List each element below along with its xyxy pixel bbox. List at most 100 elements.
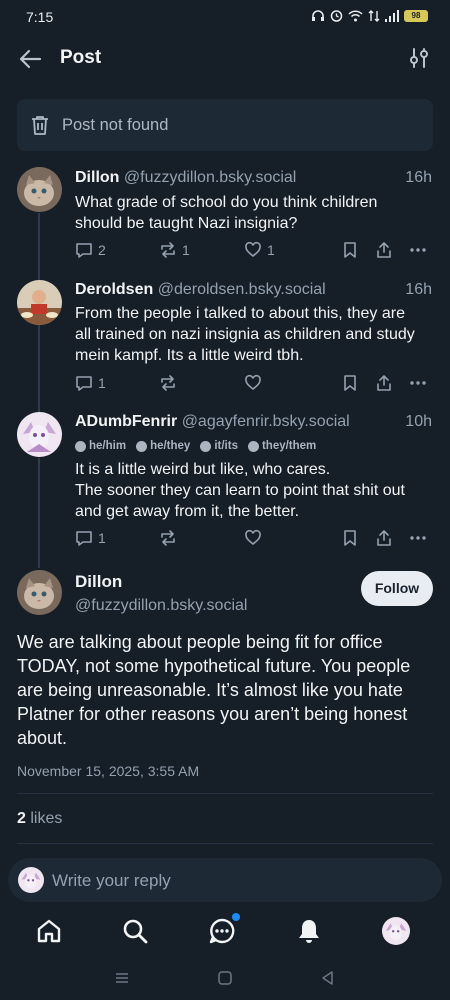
post-age: 16h <box>405 281 432 298</box>
author-name[interactable]: Dillon <box>75 169 119 186</box>
share-button[interactable] <box>375 529 393 547</box>
author-handle[interactable]: @deroldsen.bsky.social <box>158 281 326 298</box>
post-age: 16h <box>405 169 432 186</box>
share-button[interactable] <box>375 374 393 392</box>
pronoun-badge: he/they <box>136 440 190 452</box>
author-handle[interactable]: @fuzzydillon.bsky.social <box>124 169 296 186</box>
more-dots-icon <box>410 536 426 540</box>
bottom-navigation <box>0 905 450 960</box>
repost-button[interactable]: 1 <box>159 241 190 259</box>
bookmark-button[interactable] <box>341 374 359 392</box>
like-button[interactable] <box>244 374 262 392</box>
trash-icon <box>32 116 48 135</box>
main-post-author-name[interactable]: Dillon <box>75 572 122 592</box>
bookmark-icon <box>344 530 356 546</box>
recent-apps-icon[interactable] <box>114 970 130 986</box>
divider <box>17 793 433 794</box>
headphones-icon <box>312 9 324 21</box>
heart-icon <box>245 529 261 546</box>
more-dots-icon <box>410 381 426 385</box>
share-icon <box>377 375 391 391</box>
cat-avatar-image <box>17 570 62 615</box>
pronoun-badge: it/its <box>200 440 238 452</box>
post-text: It is a little weird but like, who cares… <box>75 459 425 522</box>
repost-icon <box>161 375 175 391</box>
post-text: From the people i talked to about this, … <box>75 305 415 364</box>
likes-label: likes <box>30 810 63 827</box>
bookmark-icon <box>344 375 356 391</box>
bookmark-button[interactable] <box>341 529 359 547</box>
nav-chat[interactable] <box>208 913 240 945</box>
status-bar: 7:15 98 <box>0 0 450 34</box>
repost-count: 1 <box>182 242 190 258</box>
post-actions: 1 <box>75 529 435 551</box>
main-post-date: November 15, 2025, 3:55 AM <box>17 763 200 779</box>
reply-button[interactable]: 2 <box>75 241 106 259</box>
bookmark-button[interactable] <box>341 241 359 259</box>
author-handle[interactable]: @agayfenrir.bsky.social <box>182 413 350 430</box>
post-not-found-banner: Post not found <box>17 99 433 151</box>
main-post-author-handle[interactable]: @fuzzydillon.bsky.social <box>75 597 247 615</box>
post-age: 10h <box>405 413 432 430</box>
more-options-button[interactable] <box>409 529 427 547</box>
repost-icon <box>161 242 175 258</box>
likes-count-link[interactable]: 2 likes <box>17 810 62 828</box>
page-title: Post <box>60 47 102 68</box>
post-actions: 1 <box>75 374 435 396</box>
avatar[interactable] <box>17 167 62 212</box>
reply-placeholder: Write your reply <box>52 871 171 890</box>
data-icon <box>368 9 380 22</box>
bell-icon <box>299 920 319 943</box>
reply-button[interactable]: 1 <box>75 374 106 392</box>
pronoun-icon <box>75 440 86 452</box>
cat-avatar-image <box>17 167 62 212</box>
home-button-icon[interactable] <box>217 970 233 986</box>
user-avatar <box>18 867 44 893</box>
reply-count: 2 <box>98 242 106 258</box>
share-button[interactable] <box>375 241 393 259</box>
like-button[interactable] <box>244 529 262 547</box>
system-navigation-bar <box>0 960 450 1000</box>
sliders-icon <box>410 48 428 68</box>
nav-home[interactable] <box>35 917 63 945</box>
thread-line <box>38 458 40 568</box>
repost-button[interactable] <box>159 529 177 547</box>
post-text: What grade of school do you think childr… <box>75 194 378 232</box>
status-icons: 98 <box>311 9 428 22</box>
heart-icon <box>245 241 261 258</box>
follow-button[interactable]: Follow <box>361 571 433 606</box>
status-time: 7:15 <box>26 9 54 25</box>
reply-button[interactable]: 1 <box>75 529 106 547</box>
unread-badge <box>232 913 240 921</box>
like-count: 1 <box>267 242 275 258</box>
author-line: Deroldsen @deroldsen.bsky.social <box>75 281 326 299</box>
nav-profile[interactable] <box>382 917 410 945</box>
post-text-line: The sooner they can learn to point that … <box>75 482 405 520</box>
thread-settings-button[interactable] <box>408 46 430 70</box>
main-post-text: We are talking about people being fit fo… <box>17 632 411 748</box>
main-post-avatar[interactable] <box>17 570 62 615</box>
reply-count: 1 <box>98 375 106 391</box>
likes-count: 2 <box>17 810 26 827</box>
share-icon <box>377 242 391 258</box>
nav-search[interactable] <box>121 917 149 945</box>
nav-notifications[interactable] <box>295 917 323 945</box>
comment-icon <box>76 531 92 546</box>
back-button[interactable] <box>18 46 44 72</box>
share-icon <box>377 530 391 546</box>
system-back-icon[interactable] <box>320 970 336 986</box>
pronoun-badge: they/them <box>247 440 316 452</box>
reply-input[interactable]: Write your reply <box>8 858 442 902</box>
avatar[interactable] <box>17 412 62 457</box>
pronoun-icon <box>136 440 148 452</box>
author-name[interactable]: ADumbFenrir <box>75 413 177 430</box>
author-name[interactable]: Deroldsen <box>75 281 153 298</box>
reply-count: 1 <box>98 530 106 546</box>
repost-icon <box>161 530 175 546</box>
more-options-button[interactable] <box>409 241 427 259</box>
author-line: Dillon @fuzzydillon.bsky.social <box>75 169 296 187</box>
repost-button[interactable] <box>159 374 177 392</box>
like-button[interactable]: 1 <box>244 241 275 259</box>
avatar[interactable] <box>17 280 62 325</box>
more-options-button[interactable] <box>409 374 427 392</box>
